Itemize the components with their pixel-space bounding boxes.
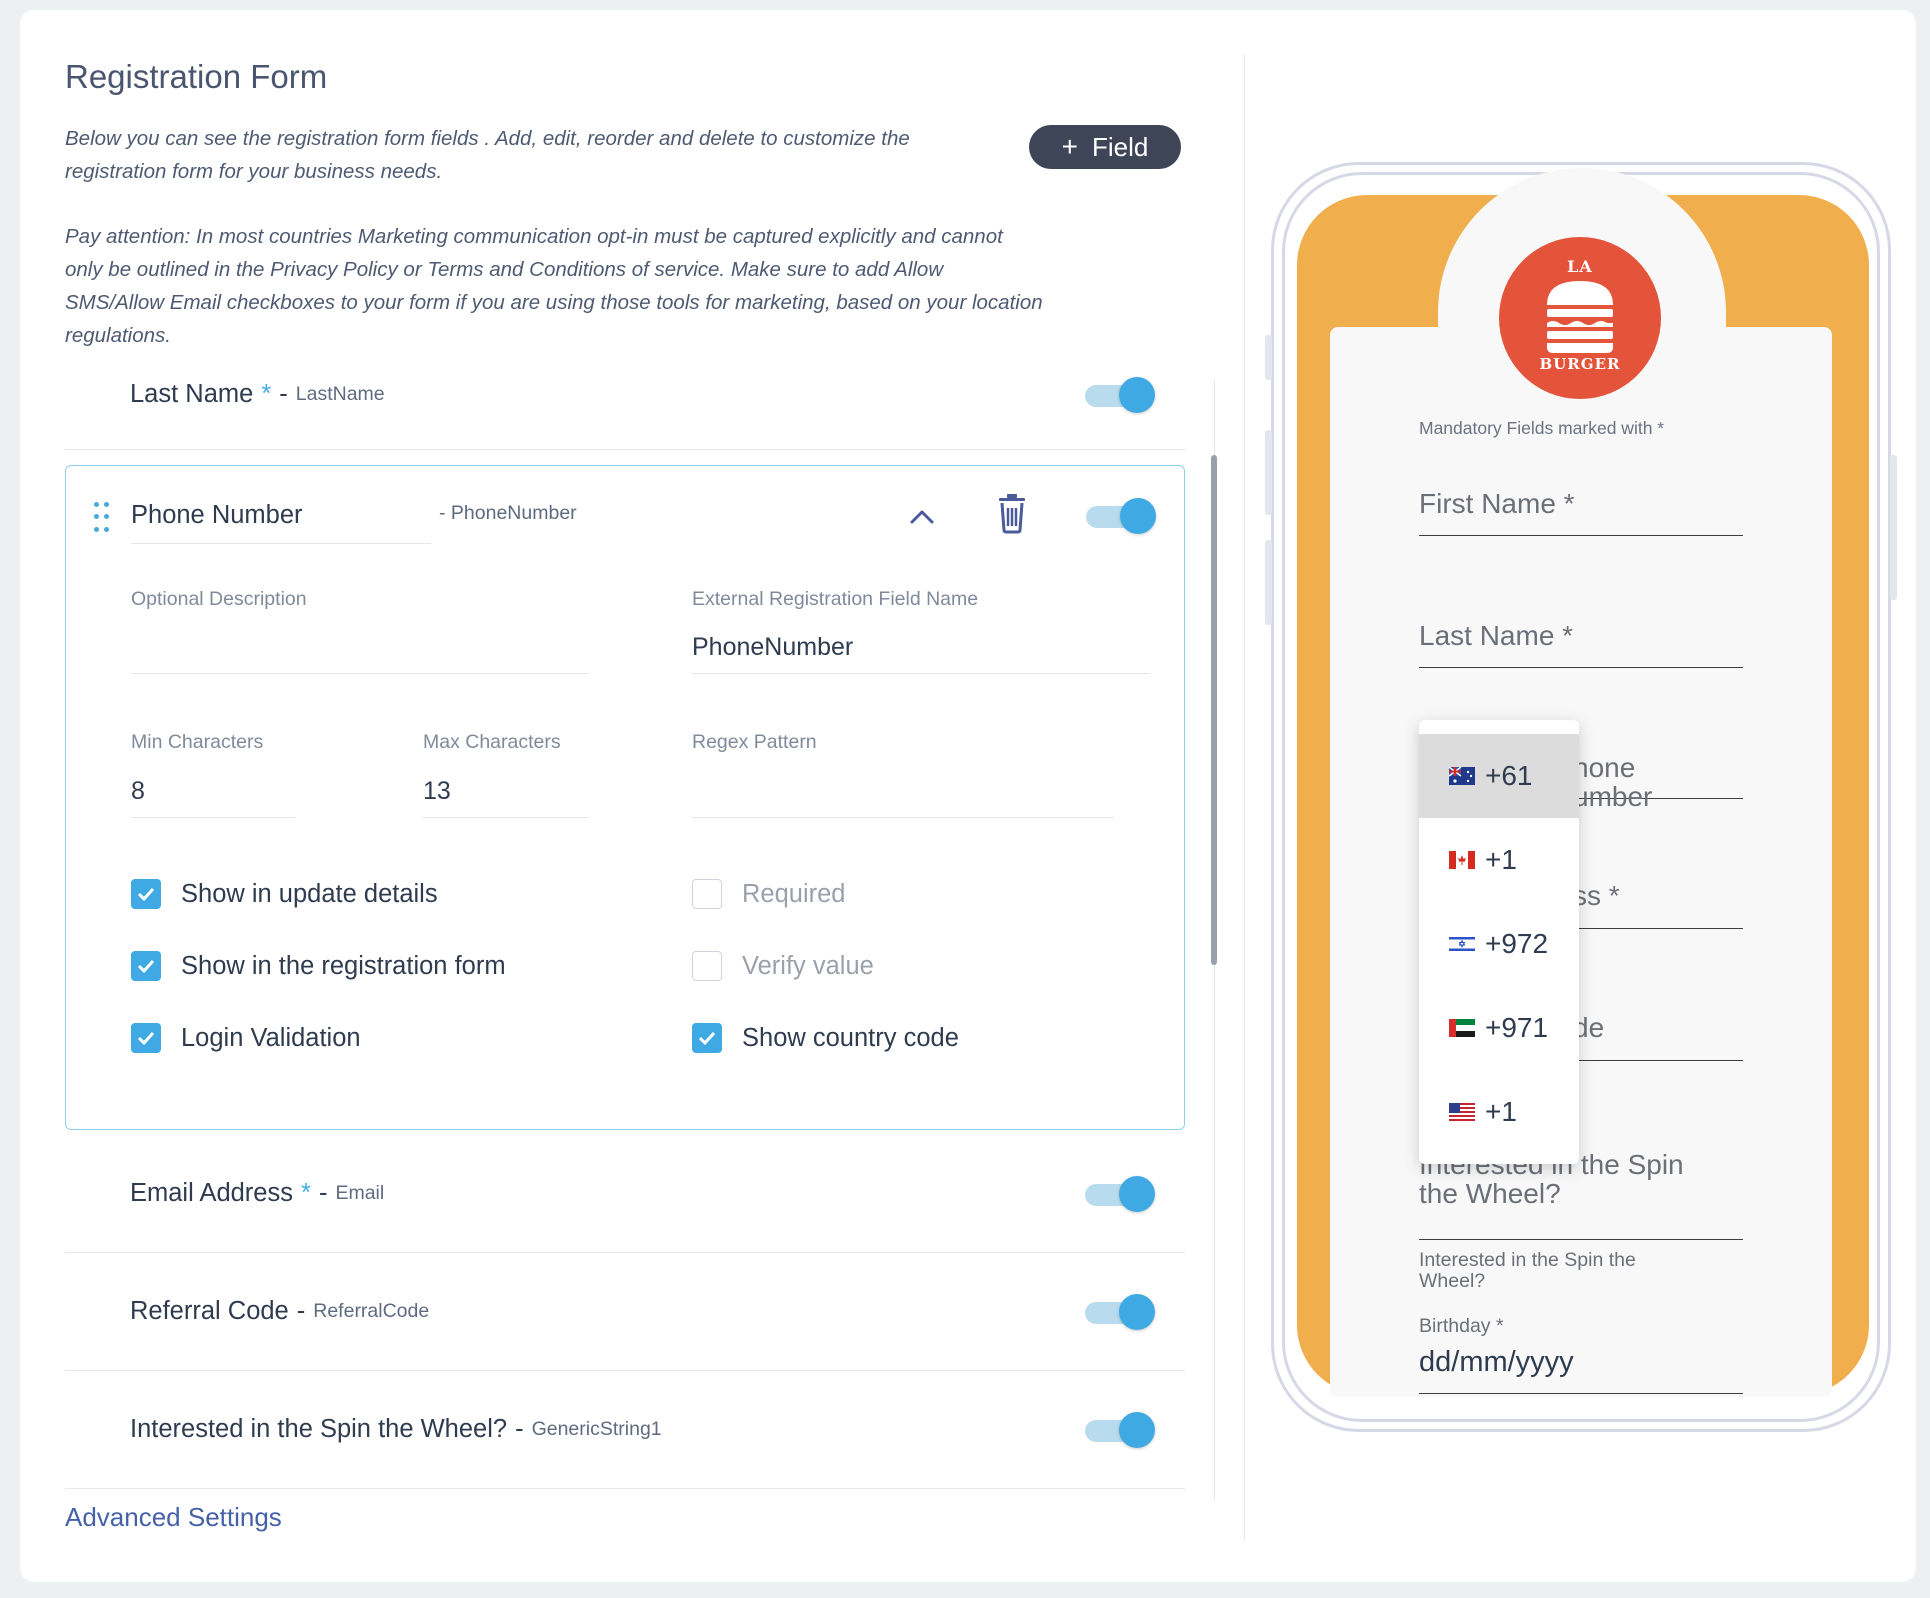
field-key: PhoneNumber: [450, 502, 577, 524]
toggle-last-name[interactable]: [1083, 377, 1155, 413]
plus-icon: +: [1061, 131, 1078, 162]
preview-birthday-label: Birthday *: [1419, 1315, 1504, 1337]
field-row-email[interactable]: Email Address * - Email: [65, 1135, 1185, 1253]
checkbox-verify-value[interactable]: Verify value: [692, 951, 874, 981]
usa-flag-icon: [1449, 1103, 1475, 1121]
field-label: Last Name: [130, 380, 254, 408]
country-code-dropdown[interactable]: +61 +1 +972 +971 +1: [1419, 720, 1579, 1164]
checkbox-required[interactable]: Required: [692, 879, 845, 909]
field-label: Referral Code: [130, 1297, 289, 1325]
preview-last-name-input[interactable]: Last Name *: [1419, 620, 1743, 668]
required-mark: *: [261, 380, 272, 408]
brand-logo: LA BURGER: [1499, 237, 1661, 399]
toggle-email[interactable]: [1083, 1176, 1155, 1212]
field-label: Interested in the Spin the Wheel?: [130, 1415, 508, 1443]
field-card-phone-number: Phone Number - PhoneNumber Optional Desc…: [65, 465, 1185, 1130]
chevron-up-icon[interactable]: [904, 502, 940, 532]
regex-pattern-input[interactable]: [692, 766, 1114, 818]
preview-spin-helper: Interested in the Spin the Wheel?: [1419, 1249, 1636, 1292]
burger-icon: [1547, 281, 1613, 353]
phone-side-button: [1265, 335, 1272, 380]
preview-first-name-input[interactable]: First Name *: [1419, 488, 1743, 536]
intro-text: Below you can see the registration form …: [65, 127, 910, 183]
checkbox-unchecked-icon: [692, 951, 722, 981]
trash-icon[interactable]: [994, 492, 1030, 534]
field-key: ReferralCode: [313, 1300, 430, 1322]
field-key: LastName: [295, 383, 385, 405]
country-code-option[interactable]: +972: [1419, 902, 1579, 986]
checkbox-checked-icon: [131, 951, 161, 981]
mandatory-note: Mandatory Fields marked with *: [1419, 418, 1665, 438]
country-code-option[interactable]: +1: [1419, 1070, 1579, 1154]
drag-handle-icon[interactable]: [94, 502, 109, 536]
separator: -: [439, 502, 446, 524]
max-characters-input[interactable]: 13: [423, 766, 589, 818]
toggle-spin-the-wheel[interactable]: [1083, 1412, 1155, 1448]
optional-description-label: Optional Description: [131, 588, 307, 610]
checkbox-login-validation[interactable]: Login Validation: [131, 1023, 361, 1053]
separator: -: [279, 380, 288, 408]
notice-text: Pay attention: In most countries Marketi…: [65, 225, 1043, 347]
checkbox-checked-icon: [692, 1023, 722, 1053]
phone-side-button: [1265, 430, 1272, 515]
phone-side-button: [1265, 540, 1272, 625]
separator: -: [296, 1297, 306, 1325]
canada-flag-icon: [1449, 851, 1475, 869]
country-code-option[interactable]: +1: [1419, 818, 1579, 902]
external-name-input[interactable]: PhoneNumber: [692, 622, 1150, 674]
separator: -: [515, 1415, 524, 1443]
toggle-referral-code[interactable]: [1083, 1294, 1155, 1330]
separator: -: [318, 1179, 328, 1207]
scrollbar-thumb[interactable]: [1211, 455, 1217, 965]
checkbox-show-in-update-details[interactable]: Show in update details: [131, 879, 438, 909]
uae-flag-icon: [1449, 1019, 1475, 1037]
page-title: Registration Form: [65, 58, 328, 95]
preview-birthday-input[interactable]: dd/mm/yyyy: [1419, 1346, 1743, 1394]
checkbox-show-country-code[interactable]: Show country code: [692, 1023, 959, 1053]
optional-description-input[interactable]: [131, 622, 589, 674]
israel-flag-icon: [1449, 935, 1475, 953]
checkbox-checked-icon: [131, 879, 161, 909]
field-row-referral-code[interactable]: Referral Code - ReferralCode: [65, 1253, 1185, 1371]
phone-side-button: [1890, 455, 1897, 600]
required-mark: *: [301, 1179, 311, 1207]
external-name-label: External Registration Field Name: [692, 588, 979, 610]
field-row-last-name[interactable]: Last Name * - LastName: [65, 340, 1185, 450]
min-characters-label: Min Characters: [131, 731, 264, 753]
add-field-button[interactable]: + Field: [1029, 125, 1181, 169]
field-key: Email: [335, 1182, 385, 1204]
panel-divider: [1244, 55, 1245, 1540]
australia-flag-icon: [1449, 767, 1475, 785]
checkbox-unchecked-icon: [692, 879, 722, 909]
advanced-settings-link[interactable]: Advanced Settings: [65, 1502, 282, 1533]
add-field-label: Field: [1092, 131, 1149, 162]
field-name-input[interactable]: Phone Number: [131, 488, 431, 544]
toggle-phone-number[interactable]: [1084, 498, 1156, 534]
regex-pattern-label: Regex Pattern: [692, 731, 817, 753]
checkbox-checked-icon: [131, 1023, 161, 1053]
field-label: Email Address: [130, 1179, 293, 1207]
field-key: GenericString1: [531, 1418, 662, 1440]
country-code-option[interactable]: +61: [1419, 734, 1579, 818]
checkbox-show-in-registration-form[interactable]: Show in the registration form: [131, 951, 506, 981]
max-characters-label: Max Characters: [423, 731, 561, 753]
field-row-spin-the-wheel[interactable]: Interested in the Spin the Wheel? - Gene…: [65, 1371, 1185, 1489]
country-code-option[interactable]: +971: [1419, 986, 1579, 1070]
min-characters-input[interactable]: 8: [131, 766, 295, 818]
